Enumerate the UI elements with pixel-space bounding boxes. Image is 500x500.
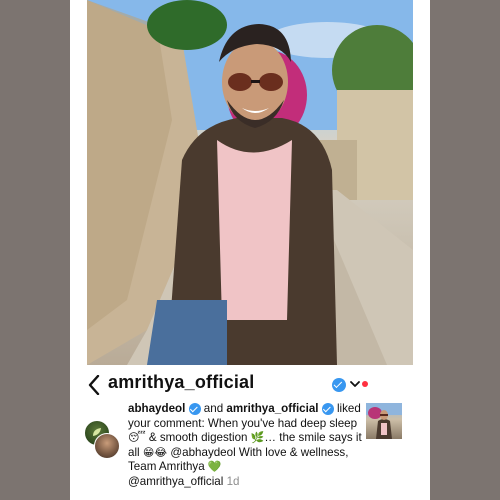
notification-text[interactable]: abhaydeol and amrithya_official liked yo… [128, 402, 368, 490]
sleeping-emoji-icon: 😴 [128, 431, 146, 445]
leaf-emoji-icon: 🌿 [250, 431, 265, 445]
new-indicator-dot [362, 381, 368, 387]
joiner-text: and [200, 402, 227, 415]
verified-badge-icon [188, 402, 201, 415]
grin-emoji-icon: 😁 [142, 445, 155, 459]
green-heart-emoji-icon: 💚 [207, 460, 222, 474]
notification-avatars[interactable] [84, 420, 122, 460]
verified-badge-icon [321, 402, 334, 415]
chevron-down-icon[interactable] [349, 379, 361, 389]
back-button[interactable] [84, 372, 104, 398]
avatar-abhaydeol[interactable] [94, 433, 120, 459]
profile-username[interactable]: amrithya_official [108, 372, 254, 393]
mention-amrithya-official[interactable]: @amrithya_official [128, 475, 223, 488]
comment-part-2: & smooth digestion [145, 431, 251, 445]
second-actor-username[interactable]: amrithya_official [226, 402, 318, 415]
actor-username[interactable]: abhaydeol [128, 402, 185, 415]
thumbnail-image [366, 403, 402, 439]
laugh-emoji-icon: 😂 [154, 445, 168, 459]
notification-time: 1d [226, 474, 240, 488]
photo-illustration [87, 0, 413, 365]
mention-abhaydeol[interactable]: @abhaydeol [167, 446, 235, 459]
back-chevron-icon [88, 375, 100, 395]
notification-card: amrithya_official abhaydeol and amrithya… [70, 0, 430, 500]
post-photo[interactable] [87, 0, 413, 365]
comment-part-1: When you've had deep sleep [207, 416, 358, 430]
verified-badge-icon [332, 378, 346, 392]
post-thumbnail[interactable] [366, 403, 402, 439]
